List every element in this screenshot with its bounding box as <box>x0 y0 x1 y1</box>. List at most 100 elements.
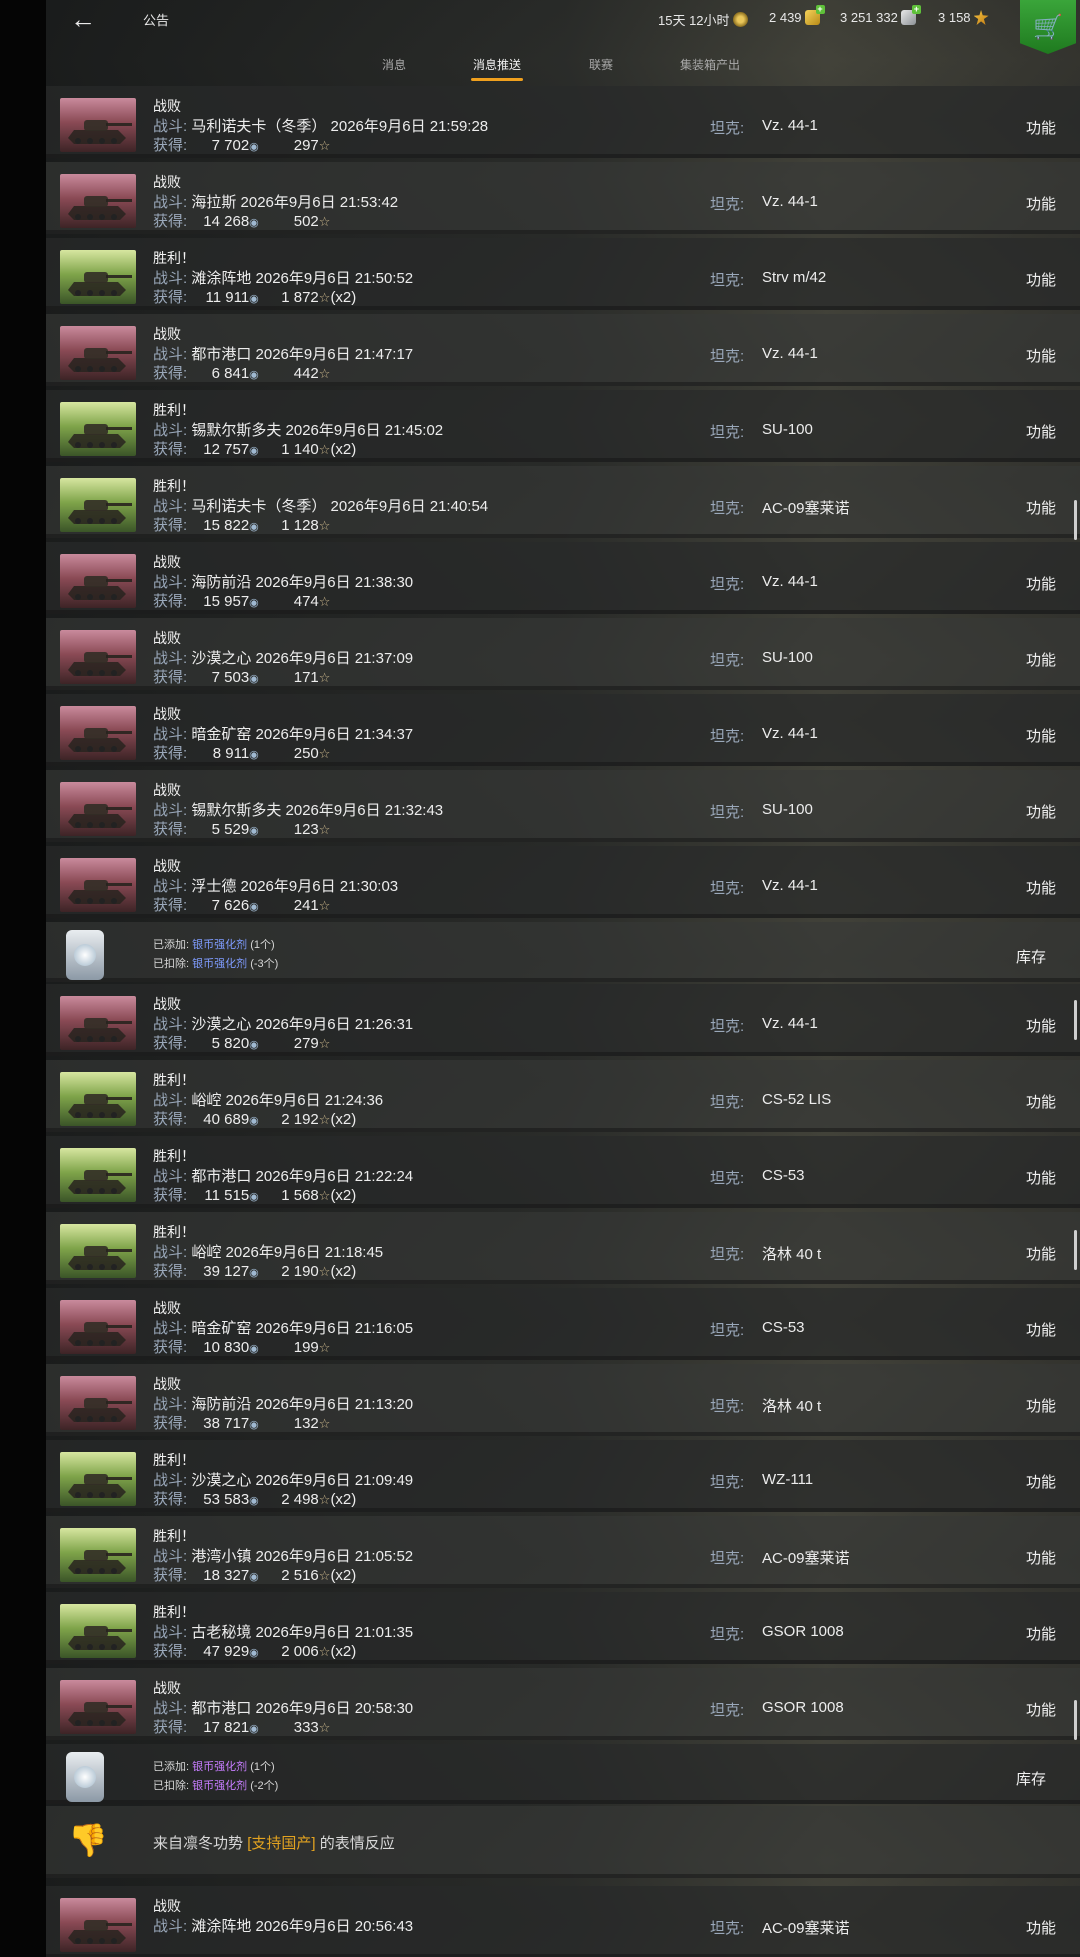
scrollbar[interactable] <box>1074 1700 1077 1740</box>
scrollbar[interactable] <box>1074 1000 1077 1040</box>
battle-result-row[interactable]: 战败 战斗: 沙漠之心 2026年9月6日 21:37:09 获得: 7 503◉ 17… <box>46 618 1080 690</box>
function-button[interactable]: 功能 <box>1026 269 1056 290</box>
battle-result-row[interactable]: 胜利！ 战斗: 古老秘境 2026年9月6日 21:01:35 获得: 47 929◉… <box>46 1592 1080 1664</box>
tab-notifications[interactable]: 消息推送 <box>470 56 524 81</box>
battle-result-row[interactable]: 战败 战斗: 浮士德 2026年9月6日 21:30:03 获得: 7 626◉ 241… <box>46 846 1080 918</box>
battle-result-row[interactable]: 胜利！ 战斗: 峪崆 2026年9月6日 21:24:36 获得: 40 689◉ 2 … <box>46 1060 1080 1132</box>
exp-star-icon: ☆ <box>318 1264 331 1279</box>
gold-value: 2 439 <box>769 10 802 25</box>
function-button[interactable]: 功能 <box>1026 649 1056 670</box>
exp-earned: 333 <box>293 1719 319 1736</box>
function-button[interactable]: 功能 <box>1026 1471 1056 1492</box>
function-button[interactable]: 功能 <box>1026 1917 1056 1938</box>
function-button[interactable]: 功能 <box>1026 1015 1056 1036</box>
tab-container-output[interactable]: 集装箱产出 <box>680 56 740 73</box>
credits-icon: + <box>900 5 921 25</box>
back-arrow-icon[interactable]: ← <box>66 4 100 34</box>
battle-result-row[interactable]: 战败 战斗: 都市港口 2026年9月6日 20:58:30 获得: 17 821◉ 3… <box>46 1668 1080 1740</box>
credits-balance[interactable]: 3 251 332 + <box>840 5 921 25</box>
function-button[interactable]: 功能 <box>1026 1699 1056 1720</box>
earned-label: 获得: <box>153 897 188 914</box>
battle-result-row[interactable]: 战败 战斗: 海防前沿 2026年9月6日 21:13:20 获得: 38 717◉ 1… <box>46 1364 1080 1436</box>
tank-thumbnail <box>60 98 136 152</box>
earned-label: 获得: <box>153 1035 188 1052</box>
function-button[interactable]: 功能 <box>1026 117 1056 138</box>
add-gold-icon[interactable]: + <box>815 5 825 14</box>
battle-info: 战斗: 海拉斯 2026年9月6日 21:53:42 <box>153 191 398 212</box>
function-button[interactable]: 功能 <box>1026 1243 1056 1264</box>
function-button[interactable]: 功能 <box>1026 1395 1056 1416</box>
battle-result-row[interactable]: 战败 战斗: 沙漠之心 2026年9月6日 21:26:31 获得: 5 820◉ 27… <box>46 984 1080 1056</box>
earned-label: 获得: <box>153 1263 188 1280</box>
scrollbar[interactable] <box>1074 500 1077 540</box>
battle-info: 战斗: 锡默尔斯多夫 2026年9月6日 21:45:02 <box>153 419 443 440</box>
tank-name: 洛林 40 t <box>762 1398 822 1415</box>
tank-label: 坦克: <box>710 1246 745 1263</box>
battle-result-row[interactable]: 胜利！ 战斗: 峪崆 2026年9月6日 21:18:45 获得: 39 127◉ 2 … <box>46 1212 1080 1284</box>
function-button[interactable]: 功能 <box>1026 801 1056 822</box>
booster-name: 银币强化剂 <box>192 958 248 970</box>
battle-result-row[interactable]: 战败 战斗: 锡默尔斯多夫 2026年9月6日 21:32:43 获得: 5 529◉… <box>46 770 1080 842</box>
tab-messages[interactable]: 消息 <box>382 56 406 73</box>
battle-result-row[interactable]: 胜利！ 战斗: 都市港口 2026年9月6日 21:22:24 获得: 11 515◉… <box>46 1136 1080 1208</box>
credits-earned: 17 821 <box>203 1719 250 1736</box>
map-name: 锡默尔斯多夫 <box>191 422 282 439</box>
battle-result-row[interactable]: 战败 战斗: 马利诺夫卡（冬季） 2026年9月6日 21:59:28 获得: 7 7… <box>46 86 1080 158</box>
battle-result-row[interactable]: 胜利！ 战斗: 滩涂阵地 2026年9月6日 21:50:52 获得: 11 911◉… <box>46 238 1080 310</box>
battle-info: 战斗: 浮士德 2026年9月6日 21:30:03 <box>153 875 398 896</box>
booster-change-row[interactable]: 已添加: 银币强化剂 (1个) 已扣除: 银币强化剂 (-2个) 库存 <box>46 1744 1080 1804</box>
battle-time: 2026年9月6日 21:26:31 <box>255 1016 414 1033</box>
credits-icon: ◉ <box>249 901 259 913</box>
battle-outcome: 胜利！ <box>153 478 195 494</box>
battle-rewards: 获得: 47 929◉ 2 006☆(x2) <box>153 1640 356 1661</box>
exp-star-icon: ☆ <box>318 1644 331 1659</box>
tank-thumbnail <box>60 326 136 380</box>
earned-label: 获得: <box>153 745 188 762</box>
shop-cart-icon[interactable]: 🛒 <box>1020 0 1076 54</box>
premium-account[interactable]: 15天 12小时 <box>658 10 748 29</box>
app-window: ← 公告 15天 12小时 2 439 + 3 251 332 + 3 158 … <box>46 0 1080 1957</box>
free-xp-balance[interactable]: 3 158 <box>938 10 989 25</box>
battle-result-row[interactable]: 胜利！ 战斗: 港湾小镇 2026年9月6日 21:05:52 获得: 18 327◉… <box>46 1516 1080 1588</box>
function-button[interactable]: 功能 <box>1026 421 1056 442</box>
battle-result-row[interactable]: 胜利！ 战斗: 马利诺夫卡（冬季） 2026年9月6日 21:40:54 获得: 15… <box>46 466 1080 538</box>
function-button[interactable]: 功能 <box>1026 1623 1056 1644</box>
booster-change-row[interactable]: 已添加: 银币强化剂 (1个) 已扣除: 银币强化剂 (-3个) 库存 <box>46 922 1080 982</box>
battle-result-row[interactable]: 胜利！ 战斗: 沙漠之心 2026年9月6日 21:09:49 获得: 53 583◉… <box>46 1440 1080 1512</box>
function-button[interactable]: 功能 <box>1026 1319 1056 1340</box>
credits-icon: ◉ <box>249 1039 259 1051</box>
function-button[interactable]: 功能 <box>1026 725 1056 746</box>
function-button[interactable]: 功能 <box>1026 497 1056 518</box>
exp-star-icon: ☆ <box>318 1568 331 1583</box>
function-button[interactable]: 功能 <box>1026 877 1056 898</box>
battle-result-row[interactable]: 胜利！ 战斗: 锡默尔斯多夫 2026年9月6日 21:45:02 获得: 12 75… <box>46 390 1080 462</box>
inventory-button[interactable]: 库存 <box>1016 1768 1046 1789</box>
tank-label: 坦克: <box>710 880 745 897</box>
inventory-button[interactable]: 库存 <box>1016 946 1046 967</box>
battle-outcome: 胜利！ <box>153 1452 195 1468</box>
tank-name: Vz. 44-1 <box>762 573 818 590</box>
battle-time: 2026年9月6日 21:32:43 <box>285 802 444 819</box>
battle-result-row[interactable]: 战败 战斗: 海防前沿 2026年9月6日 21:38:30 获得: 15 957◉ 4… <box>46 542 1080 614</box>
battle-result-row[interactable]: 战败 战斗: 暗金矿窑 2026年9月6日 21:16:05 获得: 10 830◉ 1… <box>46 1288 1080 1360</box>
earned-label: 获得: <box>153 1491 188 1508</box>
credits-earned: 15 957 <box>203 593 250 610</box>
gold-balance[interactable]: 2 439 + <box>769 5 825 25</box>
scrollbar[interactable] <box>1074 1230 1077 1270</box>
battle-result-row[interactable]: 战败 战斗: 暗金矿窑 2026年9月6日 21:34:37 获得: 8 911◉ 25… <box>46 694 1080 766</box>
function-button[interactable]: 功能 <box>1026 573 1056 594</box>
tab-league[interactable]: 联赛 <box>589 56 613 73</box>
battle-result-row[interactable]: 战败 战斗: 滩涂阵地 2026年9月6日 20:56:43 坦克: AC-09塞莱诺… <box>46 1886 1080 1957</box>
function-button[interactable]: 功能 <box>1026 193 1056 214</box>
function-button[interactable]: 功能 <box>1026 345 1056 366</box>
function-button[interactable]: 功能 <box>1026 1547 1056 1568</box>
exp-star-icon: ☆ <box>318 1036 331 1051</box>
exp-star-icon: ☆ <box>318 290 331 305</box>
add-credits-icon[interactable]: + <box>911 5 921 14</box>
function-button[interactable]: 功能 <box>1026 1091 1056 1112</box>
battle-result-row[interactable]: 战败 战斗: 都市港口 2026年9月6日 21:47:17 获得: 6 841◉ 44… <box>46 314 1080 386</box>
tank-label: 坦克: <box>710 1474 745 1491</box>
function-button[interactable]: 功能 <box>1026 1167 1056 1188</box>
reaction-row[interactable]: 👎 来自凛冬功势 [支持国产] 的表情反应 <box>46 1806 1080 1878</box>
battle-result-row[interactable]: 战败 战斗: 海拉斯 2026年9月6日 21:53:42 获得: 14 268◉ 50… <box>46 162 1080 234</box>
